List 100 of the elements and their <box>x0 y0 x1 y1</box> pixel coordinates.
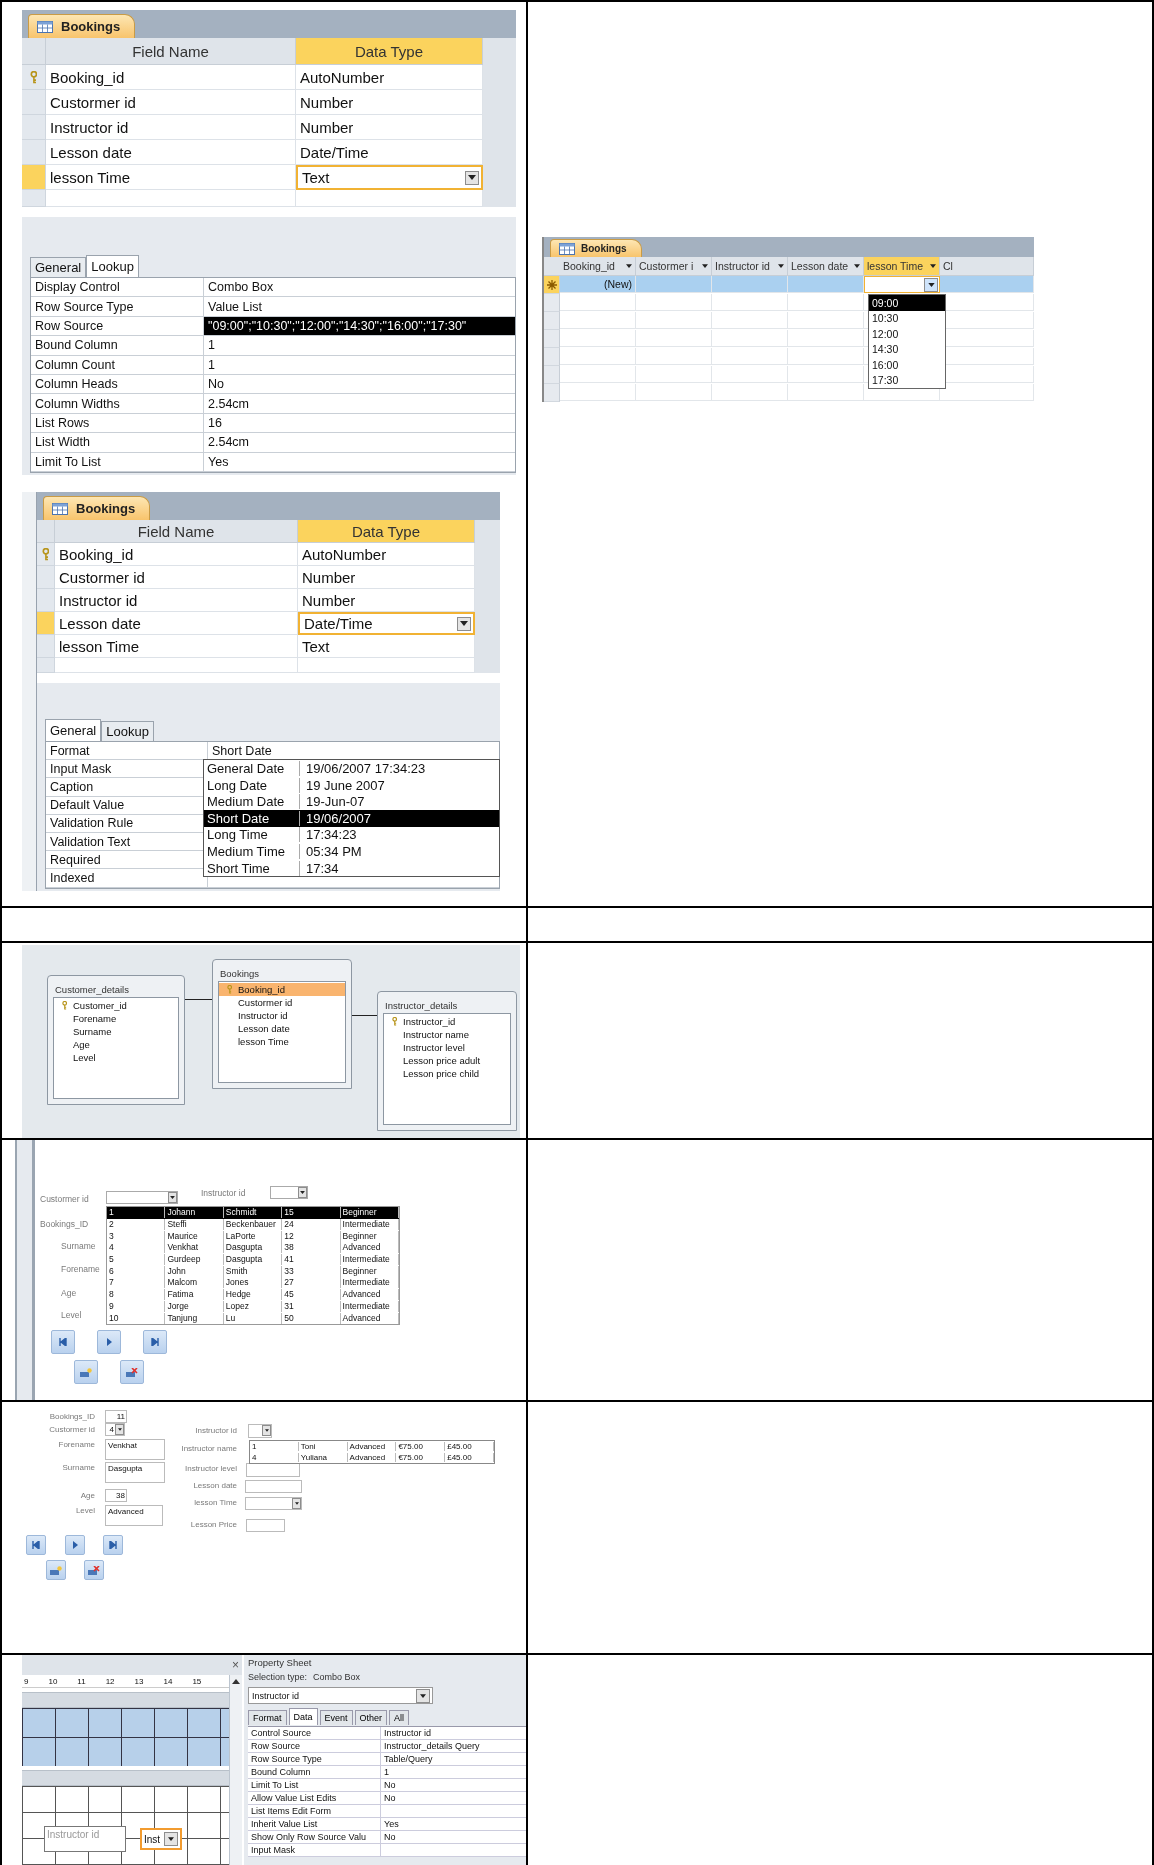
property-value[interactable]: Value List <box>204 297 515 317</box>
row-selector[interactable] <box>37 543 55 566</box>
property-value[interactable]: Yes <box>204 452 515 472</box>
select-all-corner[interactable] <box>22 38 46 65</box>
list-row[interactable]: 9 Jorge Lopez 31 Intermediate <box>107 1300 399 1313</box>
property-tab[interactable]: General <box>45 719 102 741</box>
property-value[interactable]: 2.54cm <box>204 433 515 453</box>
list-row[interactable]: 7 Malcom Jones 27 Intermediate <box>107 1277 399 1289</box>
property-value[interactable]: 1 <box>204 355 515 375</box>
vertical-scrollbar[interactable] <box>229 1675 242 1865</box>
list-row[interactable]: 2 Steffi Beckenbauer 24 Intermediate <box>107 1218 399 1231</box>
property-tab[interactable]: All <box>389 1710 410 1725</box>
combo-box-control[interactable]: Inst <box>140 1828 182 1850</box>
property-value[interactable]: 1 <box>204 336 515 356</box>
field-item[interactable]: Age <box>54 1038 178 1051</box>
record-nav-button[interactable] <box>51 1330 75 1354</box>
document-tab[interactable]: Bookings <box>550 239 642 257</box>
combo-box[interactable] <box>248 1424 272 1438</box>
object-combo-box[interactable]: Instructor id <box>248 1687 433 1704</box>
field-item[interactable]: Instructor level <box>384 1041 510 1054</box>
property-value[interactable]: Combo Box <box>204 278 515 298</box>
column-header[interactable]: Cl <box>940 257 1034 276</box>
time-option[interactable]: 17:30 <box>869 372 945 388</box>
field-item[interactable]: Lesson date <box>219 1022 345 1035</box>
property-value[interactable]: 1 <box>381 1766 526 1779</box>
field-item[interactable]: Instructor_id <box>384 1015 510 1028</box>
property-tab[interactable]: General <box>30 257 87 277</box>
close-button[interactable]: × <box>229 1658 242 1672</box>
field-item[interactable]: Instructor id <box>219 1009 345 1022</box>
row-selector[interactable] <box>544 276 560 294</box>
field-item[interactable]: Surname <box>54 1025 178 1038</box>
property-tab[interactable]: Data <box>288 1708 318 1725</box>
time-option[interactable]: 16:00 <box>869 357 945 373</box>
field-item[interactable]: Level <box>54 1051 178 1064</box>
record-nav-button[interactable] <box>103 1535 123 1555</box>
record-nav-button[interactable] <box>97 1330 121 1354</box>
list-row[interactable]: 4 Venkhat Dasgupta 38 Advanced <box>107 1242 399 1254</box>
row-selector[interactable] <box>22 65 46 90</box>
property-value[interactable]: No <box>204 374 515 395</box>
combo-box[interactable] <box>106 1191 178 1204</box>
field-item[interactable]: Lesson price child <box>384 1067 510 1080</box>
column-header[interactable]: Custormer i <box>636 257 712 276</box>
data-type-combo[interactable]: Date/Time <box>298 612 475 635</box>
property-tab[interactable]: Lookup <box>101 721 154 741</box>
property-value[interactable]: Instructor_details Query <box>381 1740 526 1753</box>
property-tab[interactable]: Event <box>319 1710 353 1725</box>
list-row[interactable]: 4 Yuliana Advanced €75.00 £45.00 <box>250 1452 494 1463</box>
time-option[interactable]: 14:30 <box>869 341 945 357</box>
record-nav-button[interactable] <box>120 1360 144 1384</box>
document-tab[interactable]: Bookings <box>43 496 151 520</box>
field-item[interactable]: lesson Time <box>219 1035 345 1048</box>
property-value[interactable]: "09:00";"10:30";"12:00";"14:30";"16:00";"17:30" <box>204 316 515 337</box>
list-row[interactable]: 10 Tanjung Lu 50 Advanced <box>107 1312 399 1324</box>
format-option[interactable]: Short Date 19/06/2007 <box>204 809 499 827</box>
list-row[interactable]: 1 Johann Schmidt 15 Beginner <box>107 1207 399 1219</box>
field-item[interactable]: Booking_id <box>219 983 345 996</box>
field-item[interactable]: Instructor name <box>384 1028 510 1041</box>
record-nav-button[interactable] <box>74 1360 98 1384</box>
data-type-combo[interactable]: Text <box>296 165 483 190</box>
property-value[interactable]: No <box>381 1779 526 1792</box>
property-value[interactable]: Table/Query <box>381 1753 526 1766</box>
property-tab[interactable]: Other <box>354 1710 388 1725</box>
list-row[interactable]: 5 Gurdeep Dasgupta 41 Intermediate <box>107 1253 399 1266</box>
select-all-corner[interactable] <box>37 520 55 543</box>
property-tab[interactable]: Format <box>248 1710 287 1725</box>
text-field[interactable] <box>245 1480 302 1493</box>
time-option[interactable]: 09:00 <box>869 295 945 311</box>
property-tab[interactable]: Lookup <box>86 255 139 277</box>
text-field[interactable]: Venkhat <box>105 1439 165 1460</box>
column-header[interactable]: Lesson date <box>788 257 864 276</box>
list-row[interactable]: 1 Toni Advanced €75.00 £45.00 <box>250 1441 494 1452</box>
column-header[interactable]: Instructor id <box>712 257 788 276</box>
table-box[interactable]: Customer_details Customer_id Forename Surname Age Level <box>47 975 185 1105</box>
table-box[interactable]: Instructor_details Instructor_id Instructor name Instructor level Lesson price adult Lesson price child <box>377 991 517 1131</box>
record-nav-button[interactable] <box>46 1560 66 1580</box>
text-field[interactable]: Dasgupta <box>105 1462 165 1483</box>
record-nav-button[interactable] <box>84 1560 104 1580</box>
text-field[interactable]: Advanced <box>105 1505 163 1526</box>
column-header[interactable]: Booking_id <box>560 257 636 276</box>
combo-box[interactable]: 4 <box>105 1423 125 1436</box>
record-nav-button[interactable] <box>65 1535 85 1555</box>
record-nav-button[interactable] <box>26 1535 46 1555</box>
field-item[interactable]: Custormer id <box>219 996 345 1009</box>
time-combo-box[interactable] <box>864 276 940 293</box>
property-value[interactable]: Yes <box>381 1818 526 1831</box>
field-item[interactable]: Customer_id <box>54 999 178 1012</box>
table-box[interactable]: Bookings Booking_id Custormer id Instructor id Lesson date lesson Time <box>212 959 352 1089</box>
property-value[interactable]: 16 <box>204 413 515 434</box>
combo-box[interactable] <box>245 1497 302 1510</box>
list-row[interactable]: 3 Maurice LaPorte 12 Beginner <box>107 1230 399 1243</box>
property-value[interactable]: No <box>381 1831 526 1844</box>
property-value[interactable]: Instructor id <box>381 1727 526 1740</box>
text-field[interactable]: 38 <box>105 1489 127 1502</box>
combo-box[interactable] <box>270 1186 308 1199</box>
time-option[interactable]: 10:30 <box>869 310 945 326</box>
list-row[interactable]: 6 John Smith 33 Beginner <box>107 1265 399 1278</box>
list-row[interactable]: 8 Fatima Hedge 45 Advanced <box>107 1288 399 1301</box>
record-nav-button[interactable] <box>143 1330 167 1354</box>
text-field[interactable]: 11 <box>105 1410 127 1423</box>
property-value[interactable]: No <box>381 1792 526 1805</box>
